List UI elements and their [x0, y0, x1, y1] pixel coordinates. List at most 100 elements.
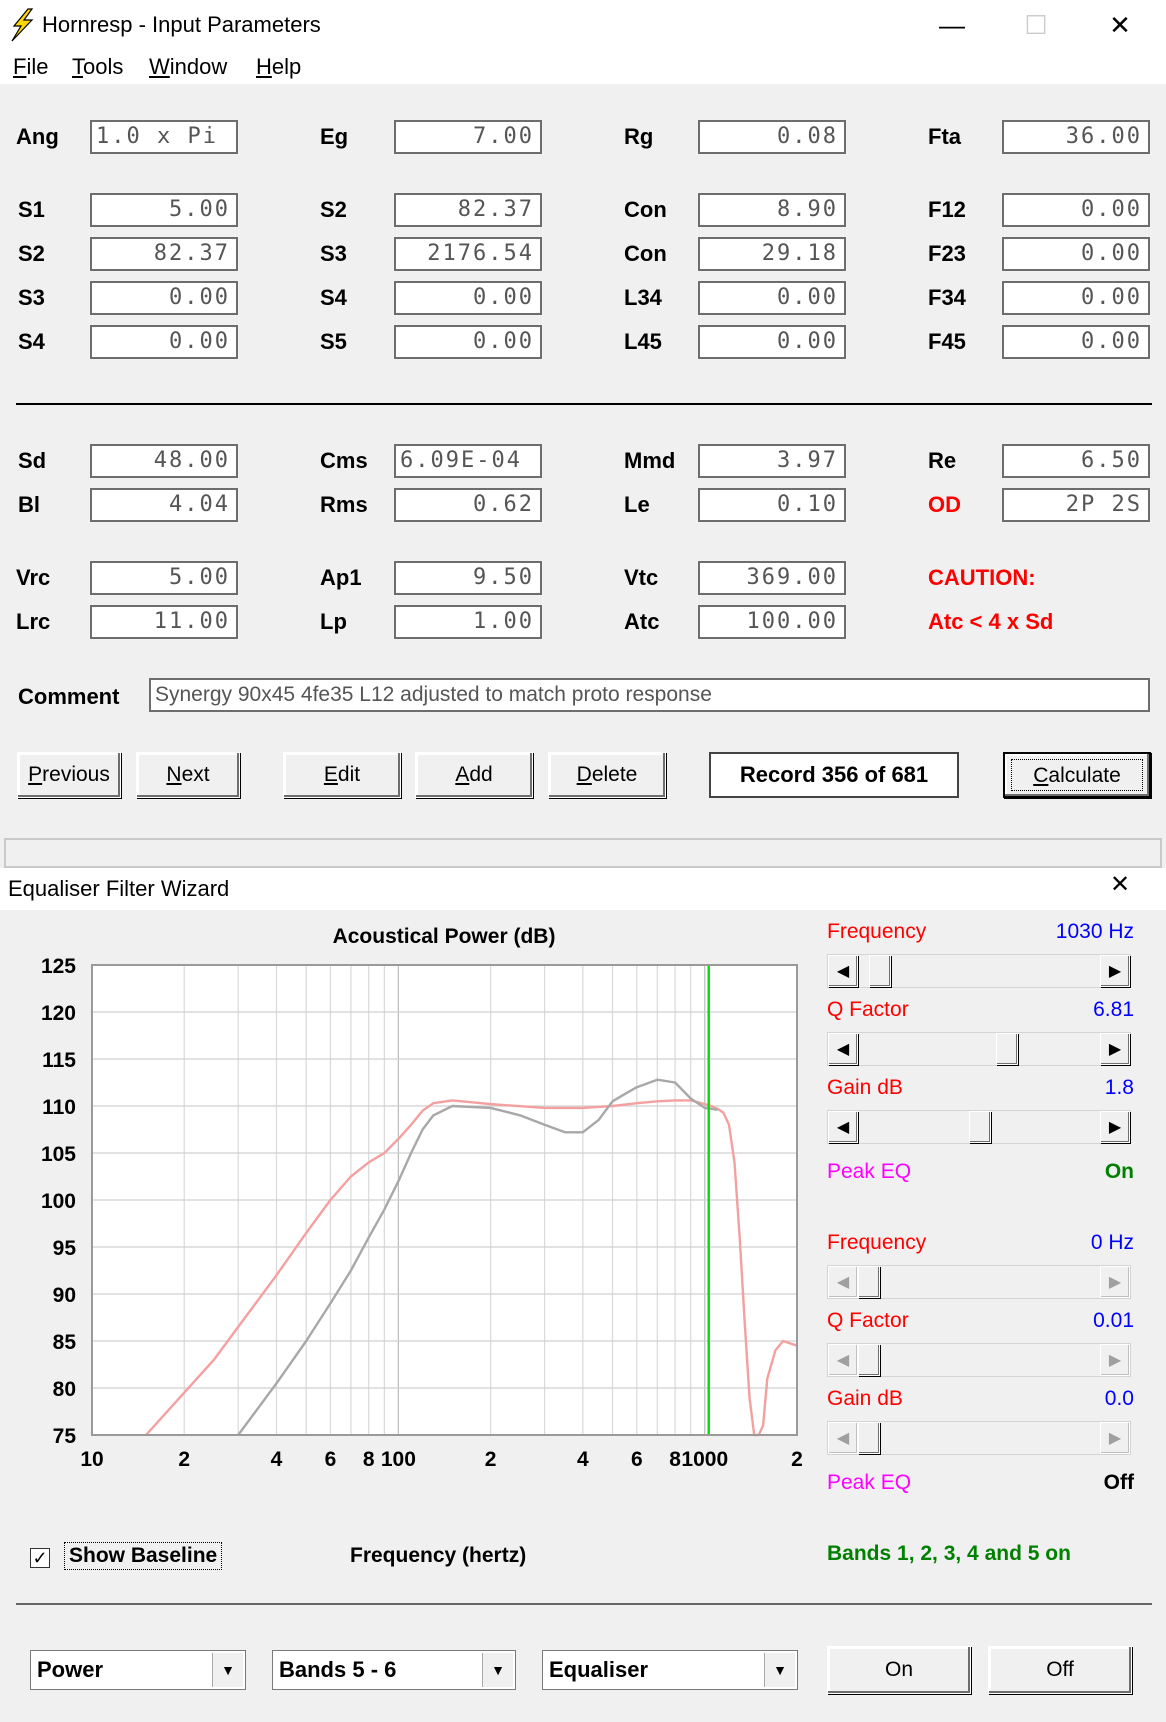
con-field[interactable]: 8.90 — [698, 193, 846, 227]
scroll-right-icon[interactable]: ▶ — [1100, 1422, 1130, 1454]
scroll-left-icon[interactable]: ◀ — [828, 1033, 858, 1065]
scroll-left-icon[interactable]: ◀ — [828, 1422, 858, 1454]
delete-button[interactable]: Delete — [548, 752, 666, 798]
title-bar: Hornresp - Input Parameters — ☐ ✕ — [0, 0, 1166, 50]
q-factor-slider[interactable]: ◀ ▶ — [827, 1343, 1131, 1377]
menu-window[interactable]: Window — [149, 54, 227, 80]
vrc-field[interactable]: 5.00 — [90, 561, 238, 595]
slider-thumb[interactable] — [869, 955, 892, 987]
s2-field[interactable]: 82.37 — [394, 193, 542, 227]
le-field[interactable]: 0.10 — [698, 488, 846, 522]
scroll-right-icon[interactable]: ▶ — [1100, 955, 1130, 987]
add-button[interactable]: Add — [415, 752, 533, 798]
scroll-right-icon[interactable]: ▶ — [1100, 1266, 1130, 1298]
re-field[interactable]: 6.50 — [1002, 444, 1150, 478]
x-tick-label: 4 — [271, 1448, 283, 1471]
q-factor-slider[interactable]: ◀ ▶ — [827, 1032, 1131, 1066]
slider-thumb[interactable] — [995, 1033, 1018, 1065]
type-select[interactable]: Equaliser ▼ — [542, 1650, 798, 1690]
fta-field[interactable]: 36.00 — [1002, 120, 1150, 154]
slider-thumb[interactable] — [858, 1344, 880, 1376]
off-button[interactable]: Off — [988, 1646, 1132, 1694]
show-baseline-checkbox[interactable]: ✓ — [30, 1548, 50, 1568]
ang-field[interactable]: 1.0 x Pi — [90, 120, 238, 154]
peak-eq-state[interactable]: On — [1000, 1160, 1134, 1184]
menu-file[interactable]: File — [13, 54, 48, 80]
chevron-down-icon[interactable]: ▼ — [764, 1653, 795, 1687]
gain-slider[interactable]: ◀ ▶ — [827, 1421, 1131, 1455]
slider-thumb[interactable] — [858, 1422, 880, 1454]
frequency-slider[interactable]: ◀ ▶ — [827, 1265, 1131, 1299]
scroll-left-icon[interactable]: ◀ — [828, 1111, 858, 1143]
mode-select[interactable]: Power ▼ — [30, 1650, 246, 1690]
menu-help[interactable]: Help — [256, 54, 301, 80]
mmd-label: Mmd — [624, 448, 676, 473]
scroll-left-icon[interactable]: ◀ — [828, 1344, 858, 1376]
bands-select[interactable]: Bands 5 - 6 ▼ — [272, 1650, 516, 1690]
od-field[interactable]: 2P 2S — [1002, 488, 1150, 522]
scroll-right-icon[interactable]: ▶ — [1100, 1344, 1130, 1376]
scroll-left-icon[interactable]: ◀ — [828, 955, 858, 987]
l34-field[interactable]: 0.00 — [698, 281, 846, 315]
rg-field[interactable]: 0.08 — [698, 120, 846, 154]
f45-field[interactable]: 0.00 — [1002, 325, 1150, 359]
title-bar: Equaliser Filter Wizard ✕ — [0, 870, 1166, 910]
ap1-field[interactable]: 9.50 — [394, 561, 542, 595]
calculate-button[interactable]: Calculate — [1003, 752, 1151, 798]
chevron-down-icon[interactable]: ▼ — [482, 1653, 513, 1687]
menu-tools[interactable]: Tools — [72, 54, 123, 80]
s5-field[interactable]: 0.00 — [394, 325, 542, 359]
eg-field[interactable]: 7.00 — [394, 120, 542, 154]
atc-field[interactable]: 100.00 — [698, 605, 846, 639]
s3-label: S3 — [18, 285, 45, 310]
f34-field[interactable]: 0.00 — [1002, 281, 1150, 315]
frequency-slider[interactable]: ◀ ▶ — [827, 954, 1131, 988]
bl-field[interactable]: 4.04 — [90, 488, 238, 522]
gain-value: 1.8 — [1104, 1076, 1134, 1099]
y-tick-label: 95 — [53, 1237, 77, 1260]
minimize-button[interactable]: — — [922, 6, 982, 44]
s3-field[interactable]: 2176.54 — [394, 237, 542, 271]
con-field[interactable]: 29.18 — [698, 237, 846, 271]
lrc-field[interactable]: 11.00 — [90, 605, 238, 639]
s3-field[interactable]: 0.00 — [90, 281, 238, 315]
s2-field[interactable]: 82.37 — [90, 237, 238, 271]
scroll-right-icon[interactable]: ▶ — [1100, 1111, 1130, 1143]
f23-label: F23 — [928, 241, 966, 266]
peak-eq-state[interactable]: Off — [1000, 1471, 1134, 1495]
f12-field[interactable]: 0.00 — [1002, 193, 1150, 227]
record-indicator: Record 356 of 681 — [709, 752, 959, 798]
maximize-button[interactable]: ☐ — [1006, 6, 1066, 44]
type-select-value: Equaliser — [549, 1657, 649, 1682]
slider-thumb[interactable] — [969, 1111, 991, 1143]
edit-button[interactable]: Edit — [283, 752, 401, 798]
scroll-left-icon[interactable]: ◀ — [828, 1266, 858, 1298]
cms-field[interactable]: 6.09E-04 — [394, 444, 542, 478]
sd-field[interactable]: 48.00 — [90, 444, 238, 478]
f23-field[interactable]: 0.00 — [1002, 237, 1150, 271]
next-button[interactable]: Next — [136, 752, 240, 798]
rms-field[interactable]: 0.62 — [394, 488, 542, 522]
s3-label: S3 — [320, 241, 347, 266]
y-tick-label: 100 — [41, 1190, 76, 1213]
vtc-field[interactable]: 369.00 — [698, 561, 846, 595]
lp-field[interactable]: 1.00 — [394, 605, 542, 639]
s1-field[interactable]: 5.00 — [90, 193, 238, 227]
gain-label: Gain dB — [827, 1387, 903, 1410]
show-baseline-label[interactable]: Show Baseline — [64, 1542, 223, 1570]
s4-field[interactable]: 0.00 — [90, 325, 238, 359]
comment-field[interactable]: Synergy 90x45 4fe35 L12 adjusted to matc… — [149, 678, 1150, 712]
close-button[interactable]: ✕ — [1090, 6, 1150, 44]
s4-field[interactable]: 0.00 — [394, 281, 542, 315]
on-button[interactable]: On — [827, 1646, 971, 1694]
close-button[interactable]: ✕ — [1110, 870, 1130, 899]
chevron-down-icon[interactable]: ▼ — [212, 1653, 243, 1687]
focus-rectangle — [1011, 759, 1143, 791]
l45-field[interactable]: 0.00 — [698, 325, 846, 359]
caution-message: Atc < 4 x Sd — [928, 609, 1054, 634]
slider-thumb[interactable] — [858, 1266, 880, 1298]
mmd-field[interactable]: 3.97 — [698, 444, 846, 478]
gain-slider[interactable]: ◀ ▶ — [827, 1110, 1131, 1144]
previous-button[interactable]: Previous — [17, 752, 121, 798]
scroll-right-icon[interactable]: ▶ — [1100, 1033, 1130, 1065]
